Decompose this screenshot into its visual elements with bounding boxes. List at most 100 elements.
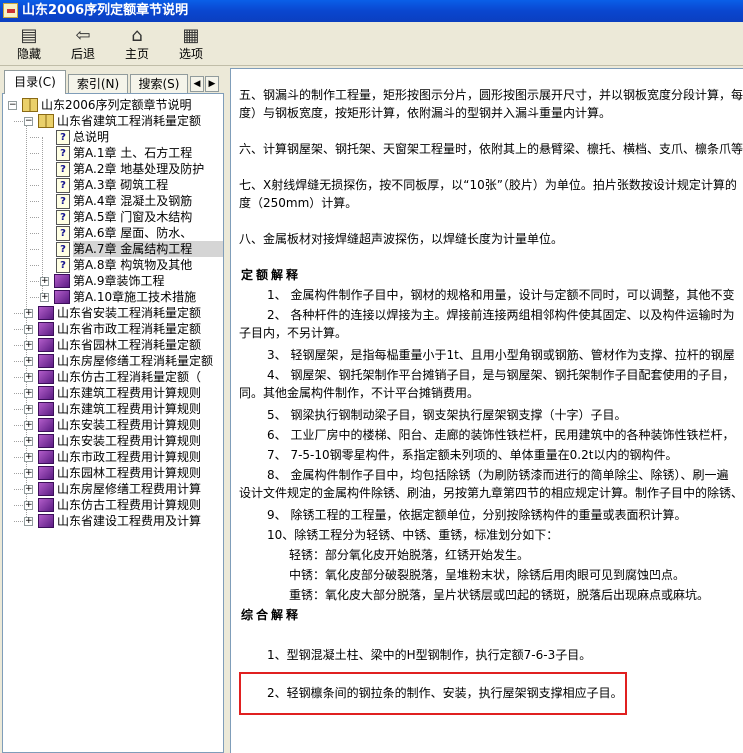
expand-icon[interactable]: + — [24, 421, 33, 430]
tree-item[interactable]: + 第A.9章装饰工程 — [3, 273, 223, 289]
section-heading: 综合解释 — [241, 608, 302, 622]
tree-item[interactable]: ? 第A.8章 构筑物及其他 — [3, 257, 223, 273]
tree-item-label: 第A.8章 构筑物及其他 — [73, 258, 193, 272]
tree-item-label: 第A.2章 地基处理及防护 — [73, 162, 205, 176]
topic-content: 五、钢漏斗的制作工程量，矩形按图示分片，圆形按图示展开尺寸，并以钢板宽度分段计算… — [230, 68, 743, 753]
tree-item[interactable]: + 山东安装工程费用计算规则 — [3, 417, 223, 433]
tab-contents[interactable]: 目录(C) — [4, 70, 66, 94]
app-icon — [3, 3, 18, 18]
tree-item[interactable]: + 山东市政工程费用计算规则 — [3, 449, 223, 465]
expand-icon[interactable]: + — [24, 453, 33, 462]
closed-book-icon — [38, 450, 54, 464]
content-line: 10、除锈工程分为轻锈、中锈、重锈，标准划分如下： — [267, 528, 559, 542]
tree-item-label: 第A.4章 混凝土及钢筋 — [73, 194, 193, 208]
back-arrow-icon: ⇦ — [75, 25, 91, 46]
collapse-icon[interactable]: − — [8, 101, 17, 110]
tree-connector-line — [30, 297, 39, 298]
content-line: 轻锈：部分氧化皮开始脱落，红锈开始发生。 — [289, 548, 530, 562]
content-line: 1、 金属构件制作子目中，钢材的规格和用量，设计与定额不同时，可以调整，其他不变 — [267, 288, 735, 302]
tree-item[interactable]: + 山东房屋修缮工程消耗量定额 — [3, 353, 223, 369]
tree-item[interactable]: − 山东2006序列定额章节说明 — [3, 97, 223, 113]
tree-connector-line — [30, 265, 39, 266]
tree-connector-line — [14, 329, 23, 330]
tree-item[interactable]: ? 第A.2章 地基处理及防护 — [3, 161, 223, 177]
tree-item-label: 山东安装工程费用计算规则 — [57, 434, 202, 448]
back-button-label: 后退 — [70, 47, 95, 61]
content-line: 重锈：氧化皮大部分脱落，呈片状锈层或凹起的锈斑，脱落后出现麻点或麻坑。 — [289, 588, 710, 602]
tree-item-label: 第A.7章 金属结构工程 — [73, 241, 223, 257]
expand-icon[interactable]: + — [24, 325, 33, 334]
tree-connector-line — [14, 313, 23, 314]
help-page-icon: ? — [56, 146, 70, 161]
tree-connector-line — [30, 153, 39, 154]
back-button[interactable]: ⇦ 后退 — [58, 25, 108, 63]
content-line: 度）与钢板宽度，按矩形计算，依附漏斗的型钢并入漏斗重量内计算。 — [239, 106, 612, 120]
tree-item[interactable]: + 山东园林工程费用计算规则 — [3, 465, 223, 481]
tree-item[interactable]: + 山东省建设工程费用及计算 — [3, 513, 223, 529]
expand-icon[interactable]: + — [24, 389, 33, 398]
tree-item[interactable]: + 山东省安装工程消耗量定额 — [3, 305, 223, 321]
help-page-icon: ? — [56, 242, 70, 257]
expand-icon[interactable]: + — [24, 517, 33, 526]
tree-item[interactable]: ? 第A.4章 混凝土及钢筋 — [3, 193, 223, 209]
tree-connector-line — [14, 473, 23, 474]
tree-item[interactable]: + 山东建筑工程费用计算规则 — [3, 385, 223, 401]
tree-item[interactable]: ? 第A.3章 砌筑工程 — [3, 177, 223, 193]
tree-item[interactable]: ? 第A.1章 土、石方工程 — [3, 145, 223, 161]
tree-item-label: 第A.6章 屋面、防水、 — [73, 226, 193, 240]
closed-book-icon — [54, 274, 70, 288]
hide-button[interactable]: ▤ 隐藏 — [4, 25, 54, 63]
tree-connector-line — [30, 217, 39, 218]
expand-icon[interactable]: + — [24, 341, 33, 350]
closed-book-icon — [38, 306, 54, 320]
help-page-icon: ? — [56, 194, 70, 209]
tree-item[interactable]: − 山东省建筑工程消耗量定额 — [3, 113, 223, 129]
tab-index[interactable]: 索引(N) — [68, 74, 128, 94]
tab-scroll-right-icon[interactable]: ▶ — [205, 76, 219, 92]
closed-book-icon — [38, 402, 54, 416]
tree-item[interactable]: ? 第A.6章 屋面、防水、 — [3, 225, 223, 241]
help-page-icon: ? — [56, 130, 70, 145]
expand-icon[interactable]: + — [24, 405, 33, 414]
tree-item[interactable]: + 山东仿古工程消耗量定额（ — [3, 369, 223, 385]
tree-item[interactable]: + 山东建筑工程费用计算规则 — [3, 401, 223, 417]
tree-item[interactable]: + 山东仿古工程费用计算规则 — [3, 497, 223, 513]
tree-connector-line — [14, 345, 23, 346]
content-line: 七、X射线焊缝无损探伤，按不同板厚，以“10张”（胶片）为单位。拍片张数按设计规… — [239, 178, 737, 192]
contents-tree[interactable]: − 山东2006序列定额章节说明 − 山东省建筑工程消耗量定额? 总说明? 第A.1章 土… — [2, 93, 224, 753]
tree-item-label: 第A.1章 土、石方工程 — [73, 146, 193, 160]
closed-book-icon — [38, 322, 54, 336]
tree-item[interactable]: ? 第A.7章 金属结构工程 — [3, 241, 223, 257]
expand-icon[interactable]: + — [24, 485, 33, 494]
tree-connector-line — [14, 425, 23, 426]
home-button[interactable]: ⌂ 主页 — [112, 25, 162, 63]
content-line: 设计文件规定的金属构件除锈、刷油，另按第九章第四节的相应规定计算。制作子目中的除… — [239, 486, 743, 500]
expand-icon[interactable]: + — [24, 373, 33, 382]
tree-item[interactable]: + 山东安装工程费用计算规则 — [3, 433, 223, 449]
collapse-icon[interactable]: − — [24, 117, 33, 126]
content-line: 5、 钢梁执行钢制动梁子目，钢支架执行屋架钢支撑（十字）子目。 — [267, 408, 627, 422]
expand-icon[interactable]: + — [40, 293, 49, 302]
tree-item[interactable]: + 山东省园林工程消耗量定额 — [3, 337, 223, 353]
content-line: 2、 各种杆件的连接以焊接为主。焊接前连接两组相邻构件使其固定、以及构件运输时为 — [267, 308, 735, 322]
content-line: 6、 工业厂房中的楼梯、阳台、走廊的装饰性铁栏杆，民用建筑中的各种装饰性铁栏杆， — [267, 428, 735, 442]
tree-connector-line — [14, 393, 23, 394]
expand-icon[interactable]: + — [24, 357, 33, 366]
tab-search[interactable]: 搜索(S) — [130, 74, 188, 94]
toolbar: ▤ 隐藏 ⇦ 后退 ⌂ 主页 ▦ 选项 — [0, 22, 743, 66]
tree-item-label: 第A.5章 门窗及木结构 — [73, 210, 193, 224]
expand-icon[interactable]: + — [24, 309, 33, 318]
expand-icon[interactable]: + — [24, 469, 33, 478]
tree-item-label: 山东仿古工程费用计算规则 — [57, 498, 202, 512]
options-button[interactable]: ▦ 选项 — [166, 25, 216, 63]
tree-item[interactable]: + 山东省市政工程消耗量定额 — [3, 321, 223, 337]
tree-item[interactable]: + 第A.10章施工技术措施 — [3, 289, 223, 305]
tab-scroll-left-icon[interactable]: ◀ — [190, 76, 204, 92]
expand-icon[interactable]: + — [24, 501, 33, 510]
expand-icon[interactable]: + — [24, 437, 33, 446]
tree-item[interactable]: + 山东房屋修缮工程费用计算 — [3, 481, 223, 497]
hide-button-label: 隐藏 — [16, 47, 41, 61]
expand-icon[interactable]: + — [40, 277, 49, 286]
tree-item[interactable]: ? 第A.5章 门窗及木结构 — [3, 209, 223, 225]
tree-item[interactable]: ? 总说明 — [3, 129, 223, 145]
